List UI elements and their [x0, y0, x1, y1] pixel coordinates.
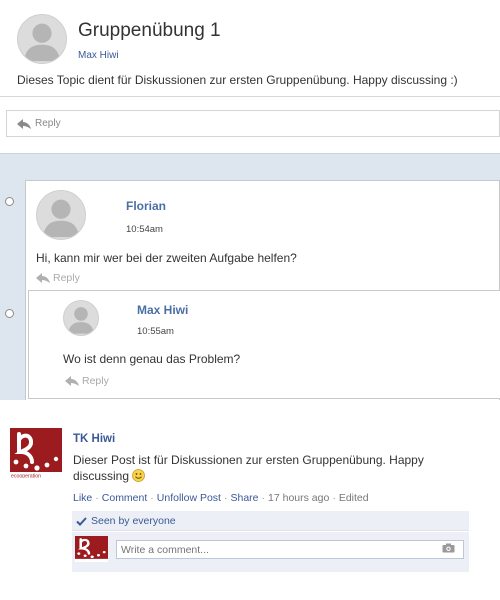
discussion-thread: Florian 10:54am Hi, kann mir wer bei der…: [0, 153, 500, 401]
topic-reply-bar[interactable]: Reply: [6, 110, 500, 137]
smiley-icon: [132, 469, 145, 482]
share-link[interactable]: Share: [230, 492, 258, 504]
ecooperation-logo-icon: [75, 538, 108, 562]
comment-input[interactable]: [116, 540, 464, 559]
divider: [0, 96, 500, 97]
user-silhouette-icon: [68, 307, 94, 334]
topic-title: Gruppenübung 1: [78, 20, 221, 41]
page-logo[interactable]: ecooperation: [10, 428, 62, 478]
reply-arrow-icon: [17, 118, 31, 129]
checkmark-icon: [76, 516, 87, 526]
like-link[interactable]: Like: [73, 492, 92, 504]
reply-label: Reply: [82, 375, 109, 387]
seen-by-label: Seen by everyone: [91, 515, 176, 527]
comment-item-nested: Max Hiwi 10:55am Wo ist denn genau das P…: [28, 290, 500, 399]
comment-link[interactable]: Comment: [102, 492, 148, 504]
reply-label: Reply: [53, 272, 80, 284]
commenter-avatar[interactable]: [63, 300, 99, 336]
comment-reply-button[interactable]: Reply: [36, 272, 80, 284]
svg-text:ecooperation: ecooperation: [11, 474, 41, 479]
camera-icon[interactable]: [442, 543, 455, 553]
comment-text: Wo ist denn genau das Problem?: [63, 352, 241, 366]
comment-timestamp: 10:54am: [126, 224, 163, 235]
comment-author-link[interactable]: Florian: [126, 199, 166, 213]
topic-reply-button[interactable]: Reply: [17, 118, 61, 129]
post-author-link[interactable]: TK Hiwi: [73, 433, 115, 445]
comment-timestamp: 10:55am: [137, 326, 174, 337]
post-text: Dieser Post ist für Diskussionen zur ers…: [73, 452, 453, 484]
comment-author-link[interactable]: Max Hiwi: [137, 303, 188, 317]
unfollow-post-link[interactable]: Unfollow Post: [157, 492, 221, 504]
edited-label[interactable]: Edited: [339, 492, 369, 504]
commenter-page-logo: [75, 536, 108, 562]
comment-text: Hi, kann mir wer bei der zweiten Aufgabe…: [36, 251, 297, 265]
reply-arrow-icon: [36, 273, 50, 283]
user-silhouette-icon: [42, 199, 80, 238]
comment-composer: [72, 532, 469, 572]
user-silhouette-icon: [23, 23, 61, 62]
topic-author-link[interactable]: Max Hiwi: [78, 50, 119, 61]
ecooperation-logo-icon: ecooperation: [10, 432, 62, 479]
author-avatar[interactable]: [17, 14, 67, 64]
topic-header: Gruppenübung 1 Max Hiwi Dieses Topic die…: [0, 0, 500, 153]
commenter-avatar[interactable]: [36, 190, 86, 240]
post-timestamp[interactable]: 17 hours ago: [268, 492, 329, 504]
seen-by-indicator[interactable]: Seen by everyone: [76, 515, 176, 527]
post-actions: Like · Comment · Unfollow Post · Share · 17 hour…: [73, 492, 369, 504]
seen-by-bar: Seen by everyone: [72, 511, 469, 531]
post-text-content: Dieser Post ist für Diskussionen zur ers…: [73, 453, 424, 483]
reply-label: Reply: [35, 118, 61, 129]
reply-arrow-icon: [65, 376, 79, 386]
comment-reply-button[interactable]: Reply: [65, 375, 109, 387]
fb-post: ecooperation TK Hiwi Dieser Post ist für…: [0, 400, 500, 600]
thread-node-icon: [5, 197, 14, 206]
topic-body: Dieses Topic dient für Diskussionen zur …: [17, 73, 458, 87]
thread-node-icon: [5, 309, 14, 318]
